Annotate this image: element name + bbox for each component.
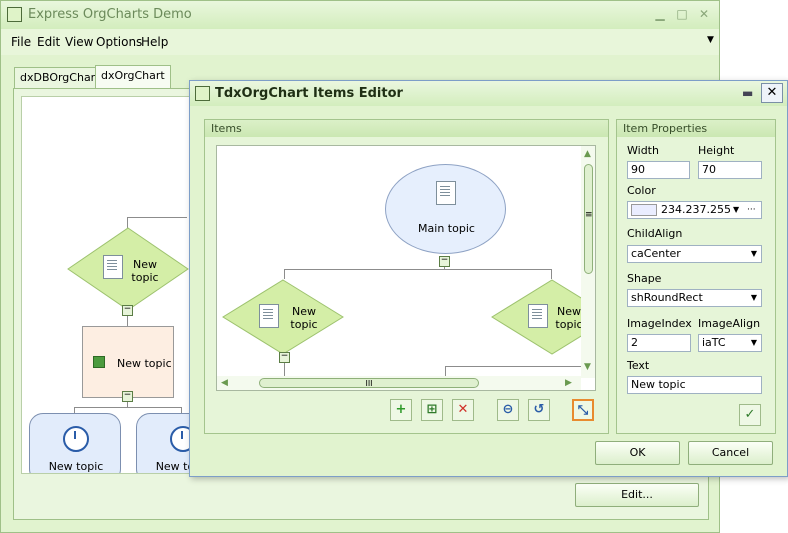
org-node-rect[interactable]: New topic [82, 326, 174, 398]
document-icon [528, 304, 548, 328]
items-editor-dialog: TdxOrgChart Items Editor ▬ ✕ Items Main … [189, 80, 788, 477]
shape-label: Shape [627, 272, 662, 285]
width-label: Width [627, 144, 659, 157]
scroll-right-icon[interactable]: ▶ [565, 378, 572, 388]
connector-line [284, 269, 285, 279]
delete-icon[interactable]: ✕ [452, 399, 474, 421]
document-icon [436, 181, 456, 205]
org-node-diamond[interactable]: New topic [67, 227, 189, 311]
app-icon [7, 7, 22, 22]
collapse-button[interactable]: − [439, 256, 450, 267]
menu-file[interactable]: File [11, 35, 31, 49]
horizontal-scroll-thumb[interactable]: III [259, 378, 479, 388]
imagealign-value: iaTC [702, 336, 726, 349]
shape-combo[interactable]: shRoundRect ▼ [627, 289, 762, 307]
minimize-icon[interactable]: ▁ [652, 6, 668, 22]
cube-icon [93, 356, 105, 368]
items-preview-canvas[interactable]: Main topic − New topic − New topic ▲ ≡ ▼… [216, 145, 596, 391]
text-field[interactable]: New topic [627, 376, 762, 394]
org-node-round[interactable]: New topic [29, 413, 121, 473]
preview-node-label: Main topic [418, 222, 475, 235]
diamond-shape [222, 279, 344, 355]
vertical-scroll-thumb[interactable]: ≡ [584, 164, 593, 274]
add-icon[interactable]: + [390, 399, 412, 421]
tab-dxorgchart[interactable]: dxOrgChart [95, 65, 171, 89]
preview-node-main[interactable]: Main topic [385, 164, 506, 254]
vertical-scrollbar[interactable]: ▲ ≡ ▼ [581, 146, 595, 378]
document-icon [103, 255, 123, 279]
imageindex-label: ImageIndex [627, 317, 692, 330]
fit-icon[interactable]: ⤡ [572, 399, 594, 421]
rotate-icon[interactable]: ↺ [528, 399, 550, 421]
apply-icon[interactable]: ✓ [739, 404, 761, 426]
preview-node-label: New topic [290, 305, 318, 331]
tab-dxdborgchart[interactable]: dxDBOrgChart [14, 67, 106, 89]
document-icon [259, 304, 279, 328]
items-group-header: Items [205, 120, 608, 137]
node-label: New topic [48, 460, 104, 473]
horizontal-scrollbar[interactable]: ◀ III ▶ [217, 376, 581, 390]
color-ellipsis-button[interactable]: ··· [747, 202, 756, 218]
dialog-app-icon [195, 86, 210, 101]
connector-line [284, 269, 552, 270]
scroll-up-icon[interactable]: ▲ [584, 149, 591, 159]
add-child-icon[interactable]: ⊞ [421, 399, 443, 421]
collapse-button[interactable]: − [279, 352, 290, 363]
edit-button[interactable]: Edit... [575, 483, 699, 507]
height-label: Height [698, 144, 735, 157]
imagealign-label: ImageAlign [698, 317, 761, 330]
menu-view[interactable]: View [65, 35, 93, 49]
ok-button[interactable]: OK [595, 441, 680, 465]
imageindex-field[interactable]: 2 [627, 334, 691, 352]
width-field[interactable]: 90 [627, 161, 690, 179]
color-swatch [631, 204, 657, 216]
scroll-left-icon[interactable]: ◀ [221, 378, 228, 388]
menu-options[interactable]: Options [96, 35, 142, 49]
connector-line [445, 366, 446, 376]
imagealign-combo[interactable]: iaTC ▼ [698, 334, 762, 352]
dialog-close-icon[interactable]: ✕ [761, 83, 783, 103]
dialog-title: TdxOrgChart Items Editor [215, 86, 403, 101]
childalign-combo[interactable]: caCenter ▼ [627, 245, 762, 263]
dialog-minimize-icon[interactable]: ▬ [742, 86, 753, 100]
text-label: Text [627, 359, 650, 372]
color-combo[interactable]: 234.237.255 ▼ ··· [627, 201, 762, 219]
childalign-label: ChildAlign [627, 227, 683, 240]
color-dropdown-icon[interactable]: ▼ [733, 202, 739, 218]
node-label: New topic [117, 357, 172, 370]
main-window-title: Express OrgCharts Demo [28, 7, 192, 22]
chevron-down-icon[interactable]: ▼ [751, 290, 757, 306]
childalign-value: caCenter [631, 247, 681, 260]
clock-icon [63, 426, 89, 452]
connector-line [74, 407, 182, 408]
collapse-button[interactable]: − [122, 305, 133, 316]
chevron-down-icon[interactable]: ▼ [751, 335, 757, 351]
preview-node-left[interactable]: New topic [222, 279, 344, 355]
menu-help[interactable]: Help [141, 35, 168, 49]
color-value: 234.237.255 [661, 203, 731, 216]
height-field[interactable]: 70 [698, 161, 762, 179]
connector-line [127, 217, 187, 218]
connector-line [445, 366, 595, 367]
collapse-button[interactable]: − [122, 391, 133, 402]
color-label: Color [627, 184, 656, 197]
shape-value: shRoundRect [631, 291, 703, 304]
scroll-down-icon[interactable]: ▼ [584, 362, 591, 372]
cancel-button[interactable]: Cancel [688, 441, 773, 465]
menu-overflow-icon[interactable]: ▼ [707, 35, 714, 45]
zoom-icon[interactable]: ⊖ [497, 399, 519, 421]
close-icon[interactable]: ✕ [696, 6, 712, 22]
menu-edit[interactable]: Edit [37, 35, 60, 49]
chevron-down-icon[interactable]: ▼ [751, 246, 757, 262]
maximize-icon[interactable]: □ [674, 6, 690, 22]
item-properties-header: Item Properties [617, 120, 775, 137]
connector-line [551, 269, 552, 279]
node-label: New topic [131, 258, 159, 284]
